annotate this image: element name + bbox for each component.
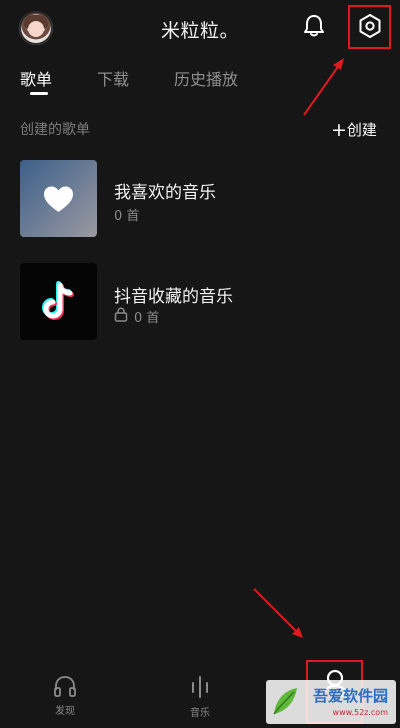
annotation-box-settings <box>348 5 391 49</box>
annotation-arrow-profile <box>253 588 303 638</box>
annotation-arrow-settings <box>303 58 344 116</box>
nav-music[interactable]: 音乐 <box>180 674 220 719</box>
create-playlist-label: 创建 <box>346 121 377 139</box>
nav-discover[interactable]: 发现 <box>45 674 85 717</box>
nav-music-label: 音乐 <box>190 708 210 719</box>
playlist-title-liked[interactable]: 我喜欢的音乐 <box>114 178 216 203</box>
tiktok-logo-icon <box>41 281 74 321</box>
bell-icon[interactable] <box>300 12 328 40</box>
playlist-count-liked: 0 首 <box>114 209 140 224</box>
waveform-icon <box>192 676 208 698</box>
tab-playlists[interactable]: 歌单 <box>20 66 52 90</box>
tab-downloads[interactable]: 下载 <box>97 66 129 90</box>
heart-icon <box>44 186 73 212</box>
watermark: 吾爱软件园 www.52z.com <box>266 680 396 724</box>
watermark-leaf-icon <box>273 688 297 715</box>
active-tab-indicator <box>30 92 48 95</box>
playlist-cover-tiktok[interactable] <box>20 263 97 340</box>
nav-discover-label: 发现 <box>55 706 75 717</box>
playlist-title-tiktok[interactable]: 抖音收藏的音乐 <box>114 282 233 307</box>
playlist-cover-liked[interactable] <box>20 160 97 237</box>
plus-icon: + <box>331 119 347 141</box>
lock-icon <box>114 307 128 322</box>
tab-history[interactable]: 历史播放 <box>174 66 238 90</box>
create-playlist-button[interactable]: +创建 <box>331 118 377 141</box>
section-created-playlists: 创建的歌单 <box>20 122 90 138</box>
headphones-icon <box>54 676 76 697</box>
page-title: 米粒粒。 <box>160 20 239 42</box>
playlist-count-tiktok: 0 首 <box>134 311 160 326</box>
